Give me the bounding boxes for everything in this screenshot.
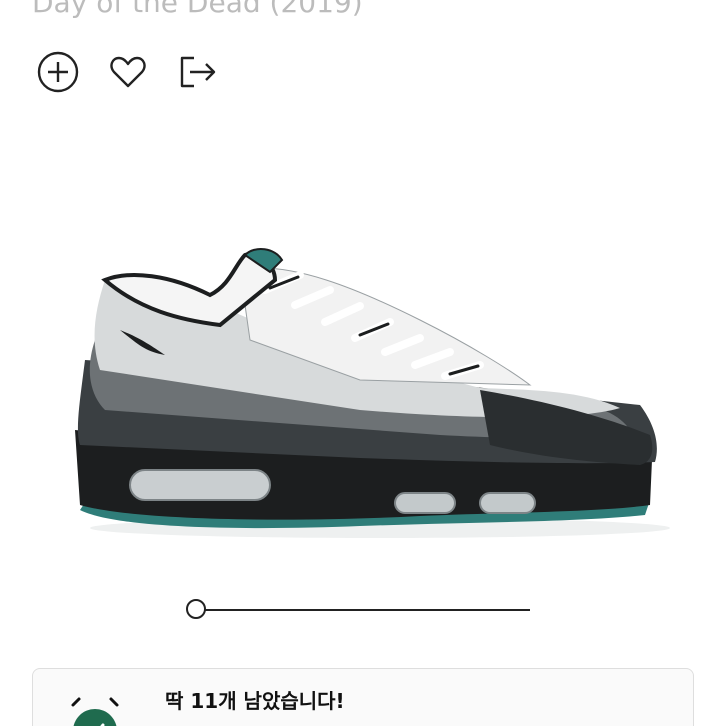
- share-button[interactable]: [176, 50, 220, 94]
- wishlist-button[interactable]: [106, 50, 150, 94]
- product-title: Day of the Dead (2019): [32, 0, 363, 19]
- add-button[interactable]: [36, 50, 80, 94]
- gallery-slider[interactable]: [186, 598, 530, 622]
- plus-circle-icon: [37, 51, 79, 93]
- slider-track: [196, 609, 530, 611]
- action-bar: [36, 50, 220, 94]
- alarm-clock-icon: [71, 697, 119, 726]
- stock-message: 딱 11개 남았습니다!: [165, 689, 345, 713]
- slider-thumb[interactable]: [186, 599, 206, 619]
- heart-icon: [110, 56, 146, 88]
- share-icon: [180, 56, 216, 88]
- product-image[interactable]: [60, 230, 670, 550]
- stock-banner: 딱 11개 남았습니다!: [32, 668, 694, 726]
- product-page: Day of the Dead (2019) 딱 11개 남았습니다!: [0, 0, 726, 726]
